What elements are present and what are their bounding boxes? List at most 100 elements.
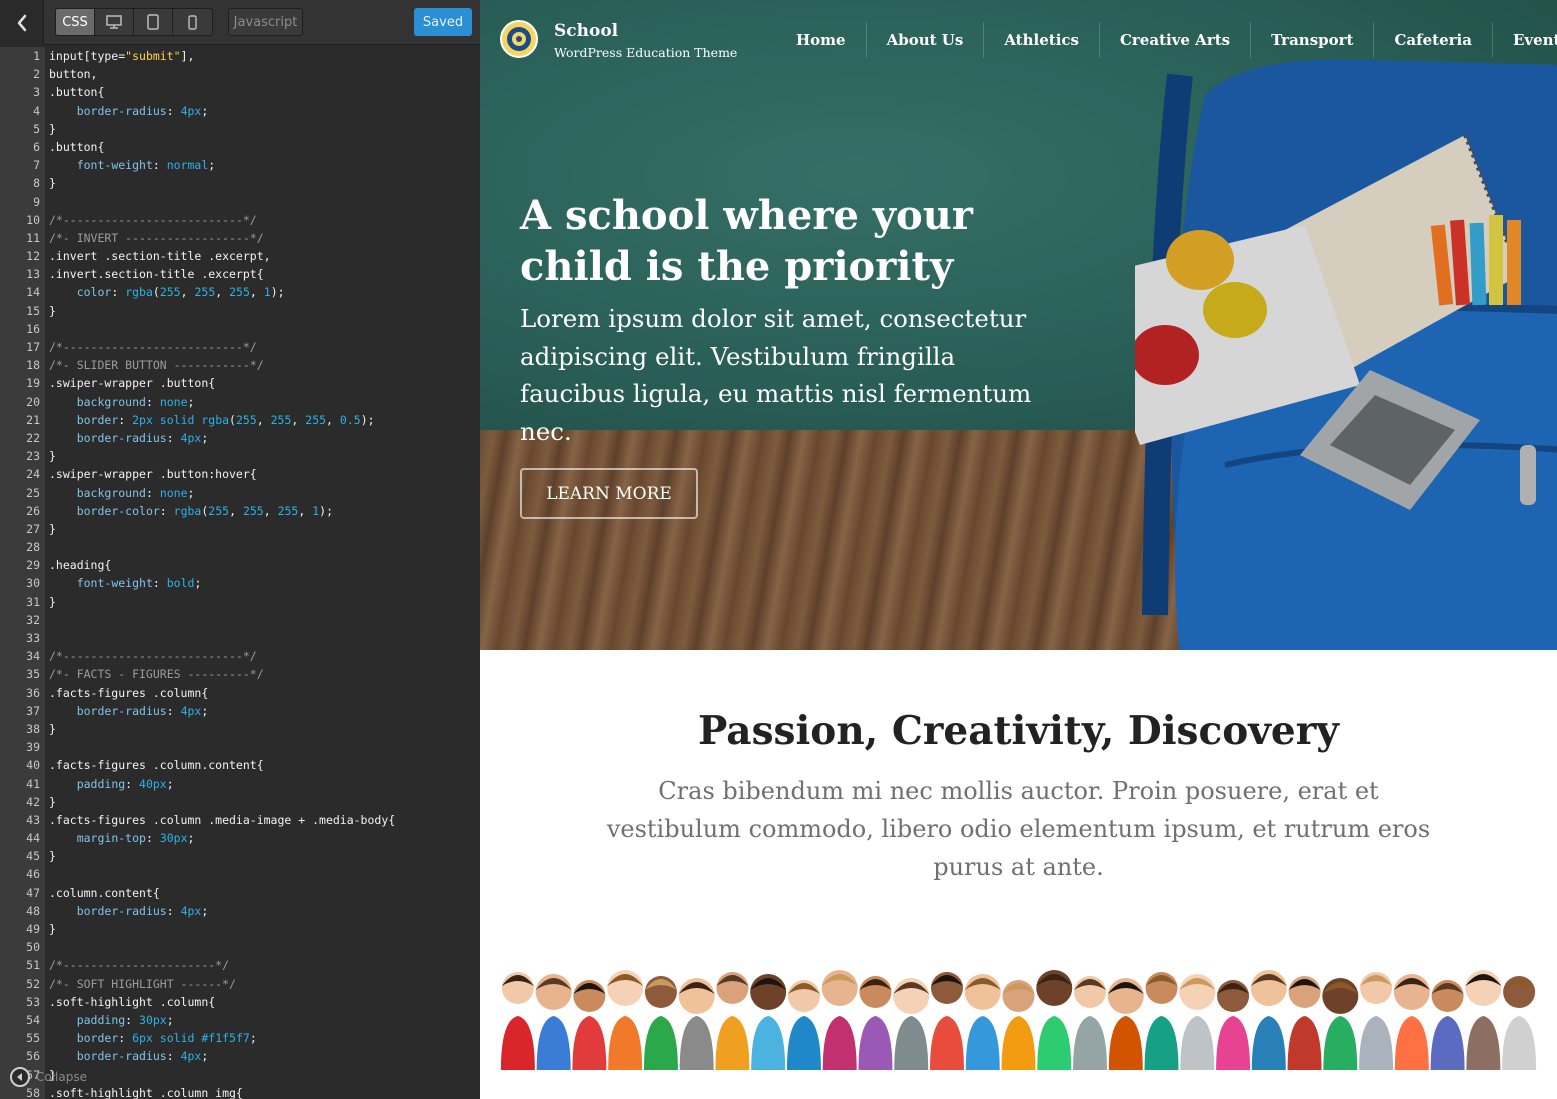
code-line[interactable]: 21 border: 2px solid rgba(255, 255, 255,… [0,411,480,429]
code-line[interactable]: 49} [0,920,480,938]
code-text: /*- SLIDER BUTTON -----------*/ [49,358,264,373]
collapse-label: Collapse [36,1070,87,1084]
code-line[interactable]: 24 .swiper-wrapper .button:hover{ [0,465,480,483]
code-line[interactable]: 2 button, [0,65,480,83]
line-number: 5 [33,121,40,136]
code-line[interactable]: 31} [0,593,480,611]
code-line[interactable]: 54 padding: 30px; [0,1011,480,1029]
code-line[interactable]: 42} [0,793,480,811]
code-line[interactable]: 14 color: rgba(255, 255, 255, 1); [0,283,480,301]
code-line[interactable]: 13 .invert.section-title .excerpt{ [0,265,480,283]
code-line[interactable]: 43 .facts-figures .column .media-image + … [0,811,480,829]
code-line[interactable]: 50 [0,938,480,956]
code-line[interactable]: 44 margin-top: 30px; [0,829,480,847]
line-number: 29 [26,558,40,573]
code-text: margin-top: 30px; [76,831,195,846]
code-line[interactable]: 7 font-weight: normal; [0,156,480,174]
code-text: font-weight: normal; [76,158,216,173]
site-title[interactable]: School [554,21,618,41]
line-number: 56 [26,1049,40,1064]
code-line[interactable]: 16 [0,320,480,338]
code-line[interactable]: 22 border-radius: 4px; [0,429,480,447]
line-number: 4 [33,103,40,118]
code-line[interactable]: 35 /*- FACTS - FIGURES ---------*/ [0,665,480,683]
desktop-view-button[interactable] [95,9,134,35]
code-line[interactable]: 1 input[type="submit"], [0,47,480,65]
code-line[interactable]: 20 background: none; [0,393,480,411]
phone-view-button[interactable] [173,9,212,35]
code-line[interactable]: 10 /*--------------------------*/ [0,211,480,229]
nav-item-about-us[interactable]: About Us [867,22,985,58]
code-line[interactable]: 36 .facts-figures .column{ [0,684,480,702]
code-line[interactable]: 34 /*--------------------------*/ [0,647,480,665]
code-line[interactable]: 5} [0,120,480,138]
code-text: border-radius: 4px; [76,703,209,718]
code-line[interactable]: 53 .soft-highlight .column{ [0,993,480,1011]
tablet-view-button[interactable] [134,9,173,35]
code-line[interactable]: 47 .column.content{ [0,884,480,902]
code-area[interactable]: 1 input[type="submit"], 2 button, 3 .button{4… [0,47,480,1099]
code-text: } [49,521,56,536]
nav-item-events[interactable]: Events [1493,22,1557,58]
code-line[interactable]: 55 border: 6px solid #f1f5f7; [0,1029,480,1047]
code-line[interactable]: 23} [0,447,480,465]
code-line[interactable]: 41 padding: 40px; [0,775,480,793]
code-line[interactable]: 11 /*- INVERT ------------------*/ [0,229,480,247]
line-number: 37 [26,703,40,718]
back-button[interactable] [0,0,44,45]
code-line[interactable]: 37 border-radius: 4px; [0,702,480,720]
code-text: color: rgba(255, 255, 255, 1); [76,285,285,300]
saved-button[interactable]: Saved [414,8,472,36]
nav-item-transport[interactable]: Transport [1251,22,1375,58]
code-line[interactable]: 45} [0,847,480,865]
code-line[interactable]: 28 [0,538,480,556]
section-title: Passion, Creativity, Discovery [698,708,1339,754]
code-text: button, [49,67,98,82]
code-line[interactable]: 29 .heading{ [0,556,480,574]
code-line[interactable]: 17 /*--------------------------*/ [0,338,480,356]
code-line[interactable]: 19 .swiper-wrapper .button{ [0,374,480,392]
learn-more-button[interactable]: LEARN MORE [520,468,698,519]
line-number: 23 [26,449,40,464]
site-preview: School WordPress Education Theme Home Ab… [480,0,1557,1099]
code-line[interactable]: 3 .button{ [0,83,480,101]
line-number: 1 [33,49,40,63]
code-text: border-radius: 4px; [76,103,209,118]
code-line[interactable]: 30 font-weight: bold; [0,574,480,592]
code-text: } [49,303,56,318]
code-line[interactable]: 25 background: none; [0,484,480,502]
code-line[interactable]: 56 border-radius: 4px; [0,1047,480,1065]
line-number: 24 [26,467,40,482]
collapse-button[interactable]: Collapse [10,1067,87,1087]
code-line[interactable]: 39 [0,738,480,756]
line-number: 3 [33,85,40,100]
school-logo-icon[interactable] [500,20,538,58]
code-line[interactable]: 48 border-radius: 4px; [0,902,480,920]
code-line[interactable]: 40 .facts-figures .column.content{ [0,756,480,774]
code-line[interactable]: 15} [0,302,480,320]
code-text: .heading{ [49,558,112,573]
line-number: 25 [26,485,40,500]
css-tab[interactable]: CSS [56,9,95,35]
code-line[interactable]: 33 [0,629,480,647]
nav-item-cafeteria[interactable]: Cafeteria [1374,22,1493,58]
line-number: 43 [26,812,40,827]
code-line[interactable]: 6 .button{ [0,138,480,156]
nav-item-creative-arts[interactable]: Creative Arts [1100,22,1252,58]
nav-item-home[interactable]: Home [776,22,867,58]
code-line[interactable]: 51 /*----------------------*/ [0,956,480,974]
code-line[interactable]: 46 [0,865,480,883]
code-text: border-radius: 4px; [76,430,209,445]
code-line[interactable]: 8} [0,174,480,192]
code-line[interactable]: 12 .invert .section-title .excerpt, [0,247,480,265]
nav-item-athletics[interactable]: Athletics [984,22,1100,58]
code-line[interactable]: 32 [0,611,480,629]
javascript-tab[interactable]: Javascript [228,8,303,36]
code-line[interactable]: 38} [0,720,480,738]
code-line[interactable]: 4 border-radius: 4px; [0,102,480,120]
code-line[interactable]: 9 [0,193,480,211]
code-line[interactable]: 26 border-color: rgba(255, 255, 255, 1); [0,502,480,520]
code-line[interactable]: 52 /*- SOFT HIGHLIGHT ------*/ [0,975,480,993]
code-line[interactable]: 18 /*- SLIDER BUTTON -----------*/ [0,356,480,374]
code-line[interactable]: 27} [0,520,480,538]
